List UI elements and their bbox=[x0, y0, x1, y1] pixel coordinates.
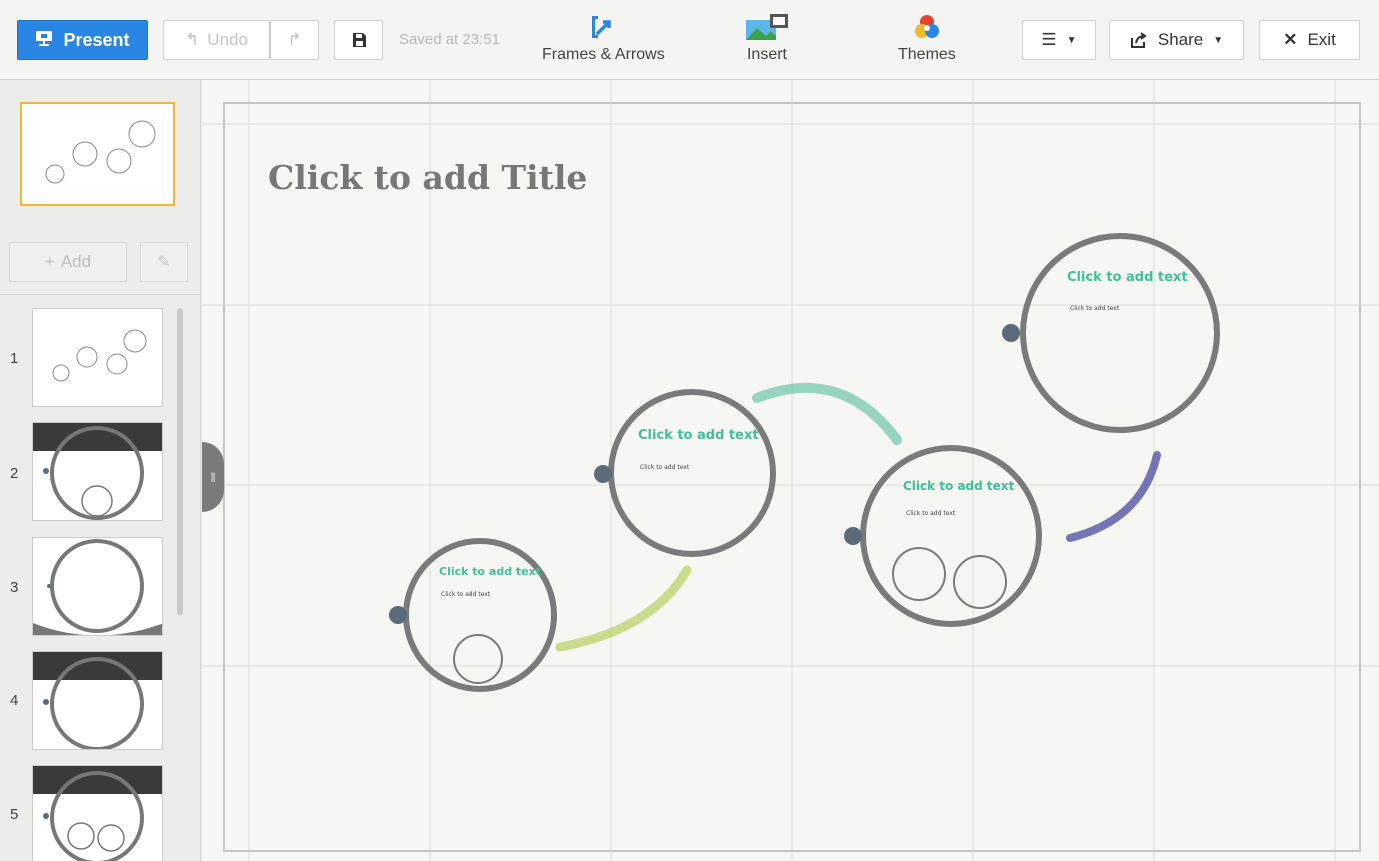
frame-body[interactable]: Click to add text bbox=[906, 510, 955, 517]
frame-number-badge bbox=[844, 527, 862, 545]
undo-label: Undo bbox=[207, 30, 248, 49]
slide-preview bbox=[52, 329, 147, 382]
canvas[interactable]: Click to add Title Click to add text Cli… bbox=[202, 80, 1379, 861]
redo-button[interactable]: ↱ bbox=[270, 20, 319, 60]
canvas-title[interactable]: Click to add Title bbox=[268, 158, 587, 197]
slide-number: 2 bbox=[10, 465, 19, 482]
frame-body[interactable]: Click to add text bbox=[1070, 305, 1119, 312]
frame-number-badge bbox=[1002, 324, 1020, 342]
sidebar-divider bbox=[0, 294, 200, 295]
toolbar: Present ↰ Undo ↱ Saved at 23:51 Frames &… bbox=[0, 0, 1379, 80]
slide-thumbnail-5[interactable] bbox=[32, 765, 163, 861]
frame-body[interactable]: Click to add text bbox=[640, 464, 689, 471]
frame-circle-1 bbox=[403, 538, 557, 692]
teal-arrow bbox=[752, 382, 902, 445]
frames-arrows-icon bbox=[592, 16, 612, 38]
purple-arrow bbox=[1066, 451, 1161, 542]
exit-label: Exit bbox=[1307, 30, 1336, 49]
share-button[interactable]: Share ▼ bbox=[1109, 20, 1244, 60]
slide-preview bbox=[33, 652, 162, 749]
themes-label: Themes bbox=[898, 46, 956, 63]
slide-preview bbox=[33, 539, 162, 635]
plus-icon: + bbox=[44, 252, 55, 271]
green-arrow bbox=[555, 565, 692, 652]
frame-circle-3-inner-right bbox=[953, 555, 1007, 609]
chevron-down-icon: ▼ bbox=[1066, 34, 1077, 46]
saved-status: Saved at 23:51 bbox=[399, 31, 500, 48]
slide-number: 1 bbox=[10, 350, 19, 367]
frame-title[interactable]: Click to add text bbox=[903, 479, 1014, 493]
frame-circle-2 bbox=[608, 389, 776, 557]
slide-number: 3 bbox=[10, 579, 19, 596]
frames-arrows-label: Frames & Arrows bbox=[542, 46, 665, 63]
slide-preview bbox=[33, 766, 162, 861]
sidebar-scrollbar[interactable] bbox=[177, 308, 183, 615]
add-label: Add bbox=[60, 252, 92, 271]
frame-title[interactable]: Click to add text bbox=[638, 428, 759, 443]
present-icon bbox=[35, 30, 53, 51]
edit-path-button[interactable]: ✎ bbox=[140, 242, 188, 282]
frame-circle-4 bbox=[1020, 233, 1220, 433]
share-icon bbox=[1130, 32, 1147, 48]
slide-thumbnail-2[interactable] bbox=[32, 422, 163, 521]
present-button[interactable]: Present bbox=[17, 20, 148, 60]
menu-button[interactable]: ☰ ▼ bbox=[1022, 20, 1096, 60]
overview-preview bbox=[45, 120, 156, 184]
share-label: Share bbox=[1157, 30, 1204, 49]
grid-lines bbox=[202, 80, 1379, 861]
slide-number: 5 bbox=[10, 806, 19, 823]
chevron-down-icon: ▼ bbox=[1213, 34, 1224, 46]
frame-title[interactable]: Click to add text bbox=[1067, 270, 1188, 285]
undo-icon: ↰ bbox=[185, 30, 200, 49]
slide-thumbnail-1[interactable] bbox=[32, 308, 163, 407]
present-label: Present bbox=[63, 29, 130, 50]
themes-button[interactable]: Themes bbox=[898, 14, 956, 64]
themes-icon bbox=[914, 15, 939, 38]
canvas-drawing bbox=[202, 80, 1379, 861]
redo-icon: ↱ bbox=[287, 30, 302, 49]
drag-handle-icon: ‖ bbox=[210, 469, 216, 485]
frame-number-badge bbox=[594, 465, 612, 483]
sidebar: + Add ✎ 1 2 3 4 5 bbox=[0, 80, 201, 861]
save-icon bbox=[352, 33, 366, 47]
frame-body[interactable]: Click to add text bbox=[441, 591, 490, 598]
insert-icon bbox=[746, 14, 788, 40]
frame-circle-3 bbox=[860, 445, 1042, 627]
exit-button[interactable]: ✕ Exit bbox=[1259, 20, 1360, 60]
frame-circle-3-inner-left bbox=[892, 547, 946, 601]
overview-thumbnail[interactable] bbox=[20, 102, 175, 206]
pencil-icon: ✎ bbox=[157, 254, 171, 271]
slide-thumbnail-3[interactable] bbox=[32, 537, 163, 636]
insert-button[interactable]: Insert bbox=[744, 14, 790, 64]
slide-number: 4 bbox=[10, 692, 19, 709]
undo-button[interactable]: ↰ Undo bbox=[163, 20, 270, 60]
frames-arrows-button[interactable]: Frames & Arrows bbox=[542, 14, 665, 64]
add-frame-button[interactable]: + Add bbox=[9, 242, 127, 282]
sidebar-collapse-handle[interactable]: ‖ bbox=[202, 442, 224, 512]
frame-title[interactable]: Click to add text bbox=[439, 565, 541, 578]
frame-number-badge bbox=[389, 606, 407, 624]
save-button[interactable] bbox=[334, 20, 383, 60]
slide-thumbnail-4[interactable] bbox=[32, 651, 163, 750]
slide-preview bbox=[33, 423, 162, 520]
menu-icon: ☰ bbox=[1041, 30, 1057, 49]
frame-circle-1-inner bbox=[453, 634, 503, 684]
insert-label: Insert bbox=[746, 46, 787, 63]
close-icon: ✕ bbox=[1283, 30, 1298, 49]
